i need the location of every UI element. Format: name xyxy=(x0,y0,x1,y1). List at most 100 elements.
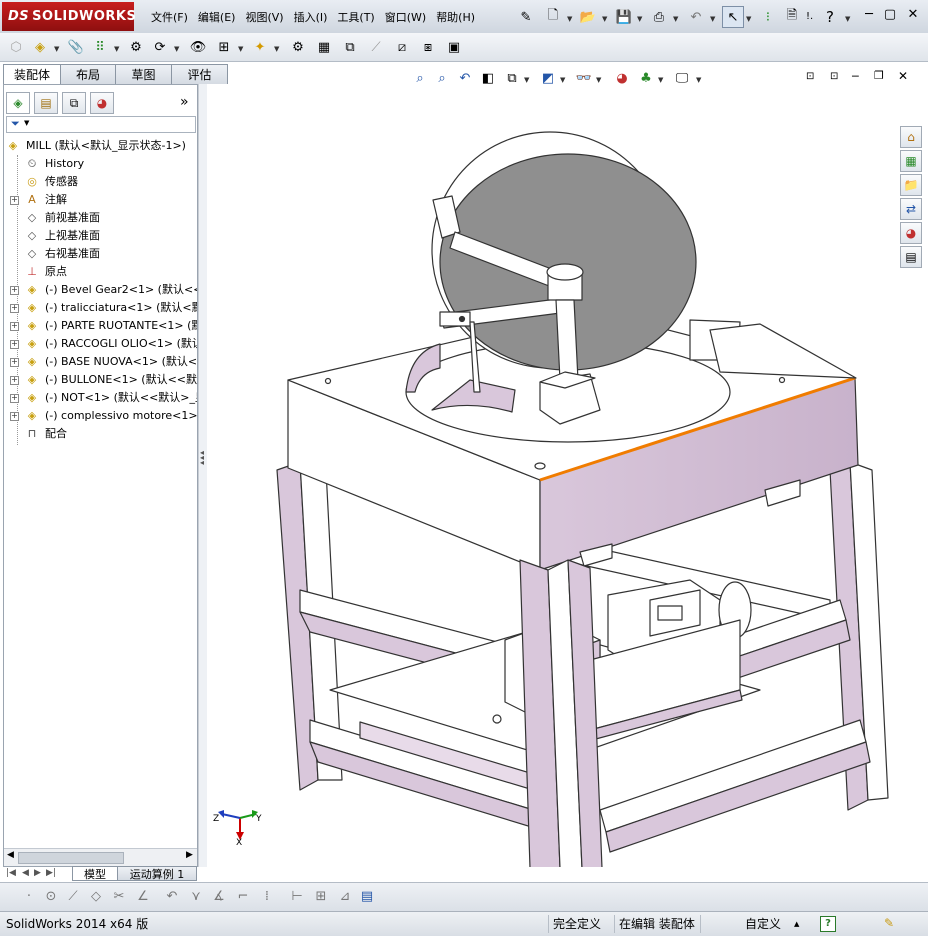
pin-icon[interactable]: ✎ xyxy=(516,7,536,27)
print-icon[interactable]: ⎙ xyxy=(649,7,669,27)
panel-horizontal-scrollbar[interactable]: ◀ ▶ xyxy=(4,848,197,866)
linear-pattern-icon[interactable]: ⠿ xyxy=(90,37,110,57)
mate-paperclip-icon[interactable]: 📎 xyxy=(66,37,86,57)
expand-plus-icon[interactable]: + xyxy=(10,412,19,421)
configuration-manager-tab-icon[interactable]: ⧉ xyxy=(62,92,86,114)
tab-nav-last-icon[interactable]: ▶| xyxy=(46,868,56,878)
tree-item[interactable]: ◎ 传感器 xyxy=(4,173,197,191)
exploded-view-icon[interactable]: ⧉ xyxy=(340,37,360,57)
viewport-restore-icon[interactable]: ❐ xyxy=(874,69,884,82)
angle-icon[interactable]: ∠ xyxy=(134,888,152,906)
construction-geometry-icon[interactable]: ⁞ xyxy=(258,888,276,906)
expand-plus-icon[interactable]: + xyxy=(10,376,19,385)
quick-tips-icon[interactable]: ✎ xyxy=(884,916,894,930)
tab-assembly[interactable]: 装配体 xyxy=(3,64,61,85)
new-part-icon[interactable]: ◈ xyxy=(30,37,50,57)
section-view-icon[interactable]: ◧ xyxy=(478,68,498,88)
angle-dimension-icon[interactable]: ∡ xyxy=(210,888,228,906)
zoom-to-fit-icon[interactable]: ⌕ xyxy=(410,68,430,88)
reference-geometry-icon[interactable]: ✦ xyxy=(250,37,270,57)
tree-item[interactable]: + ◈ (-) NOT<1> (默认<<默认>_显 xyxy=(4,389,197,407)
graphics-area[interactable]: Z Y X xyxy=(207,84,928,867)
viewport-close-icon[interactable]: ✕ xyxy=(898,69,908,83)
line-icon[interactable]: ⟋ xyxy=(64,888,82,906)
update-speedpak-icon[interactable]: ⧆ xyxy=(418,37,438,57)
rebuild-traffic-light-icon[interactable]: ⁝ xyxy=(758,7,778,27)
tree-item[interactable]: + ◈ (-) complessivo motore<1> (默认 xyxy=(4,407,197,425)
tree-item[interactable]: ⊓ 配合 xyxy=(4,425,197,443)
smart-fasteners-icon[interactable]: ⚙ xyxy=(126,37,146,57)
point-icon[interactable]: · xyxy=(20,888,38,906)
tree-item[interactable]: + ◈ (-) BULLONE<1> (默认<<默认 xyxy=(4,371,197,389)
help-question-icon[interactable]: ? xyxy=(820,7,840,27)
hide-show-dropdown-icon[interactable]: ▼ xyxy=(596,76,601,84)
polygon-icon[interactable]: ◇ xyxy=(87,888,105,906)
units-dropdown-icon[interactable]: ▲ xyxy=(794,920,799,928)
solidworks-logo[interactable]: DS SOLIDWORKS xyxy=(2,2,136,31)
scroll-thumb[interactable] xyxy=(18,852,124,864)
assembly-3d-model[interactable]: Z Y X xyxy=(207,84,928,867)
tree-item[interactable]: + ◈ (-) tralicciatura<1> (默认<默认 xyxy=(4,299,197,317)
tree-item[interactable]: + A 注解 xyxy=(4,191,197,209)
view-orientation-icon[interactable]: ⧉ xyxy=(502,68,522,88)
menu-window[interactable]: 窗口(W) xyxy=(380,8,431,28)
expand-plus-icon[interactable]: + xyxy=(10,304,19,313)
menu-view[interactable]: 视图(V) xyxy=(240,8,288,28)
view-settings-icon[interactable]: 🖵 xyxy=(672,68,692,88)
select-dropdown-icon[interactable]: ▼ xyxy=(746,15,751,23)
expand-plus-icon[interactable]: + xyxy=(10,358,19,367)
previous-view-icon[interactable]: ↶ xyxy=(455,68,475,88)
apply-scene-icon[interactable]: ♣ xyxy=(636,68,656,88)
view-orientation-dropdown-icon[interactable]: ▼ xyxy=(524,76,529,84)
viewport-split-left-icon[interactable]: ⊡ xyxy=(806,71,814,82)
tree-root[interactable]: ◈ MILL (默认<默认_显示状态-1>) xyxy=(4,137,197,155)
expand-panel-chevron-icon[interactable]: » xyxy=(180,94,189,110)
open-dropdown-icon[interactable]: ▼ xyxy=(602,15,607,23)
reference-dropdown-icon[interactable]: ▼ xyxy=(274,45,279,53)
apply-scene-dropdown-icon[interactable]: ▼ xyxy=(658,76,663,84)
open-folder-icon[interactable]: 📂 xyxy=(578,7,598,27)
tree-filter-box[interactable]: ⏷ ▼ xyxy=(6,116,196,133)
file-explorer-icon[interactable]: 📁 xyxy=(900,174,922,196)
select-arrow-icon[interactable]: ↖ xyxy=(722,6,744,28)
filter-dropdown-icon[interactable]: ▼ xyxy=(24,119,29,127)
view-palette-icon[interactable]: ⇄ xyxy=(900,198,922,220)
help-dropdown-icon[interactable]: ▼ xyxy=(845,15,850,23)
display-style-dropdown-icon[interactable]: ▼ xyxy=(560,76,565,84)
hide-show-items-icon[interactable]: 👓 xyxy=(574,68,594,88)
menu-file[interactable]: 文件(F) xyxy=(146,8,193,28)
show-hidden-icon[interactable]: 👁 xyxy=(188,37,208,57)
tab-nav-first-icon[interactable]: |◀ xyxy=(6,868,16,878)
tree-item[interactable]: ⏲ History xyxy=(4,155,197,173)
display-manager-tab-icon[interactable]: ◕ xyxy=(90,92,114,114)
new-document-icon[interactable]: 🗋 xyxy=(543,7,563,27)
bill-of-materials-icon[interactable]: ▦ xyxy=(314,37,334,57)
tab-nav-next-icon[interactable]: ▶ xyxy=(34,868,41,878)
new-dropdown-icon[interactable]: ▼ xyxy=(567,15,572,23)
options-label[interactable]: !. xyxy=(806,11,813,22)
menu-tools[interactable]: 工具(T) xyxy=(332,8,379,28)
corner-icon[interactable]: ⌐ xyxy=(234,888,252,906)
collapse-panel-icon[interactable]: ◂ ◂ ◂ xyxy=(200,449,204,467)
edit-appearance-icon[interactable]: ◕ xyxy=(612,68,632,88)
appearances-scenes-icon[interactable]: ◕ xyxy=(900,222,922,244)
undo-icon[interactable]: ↶ xyxy=(686,7,706,27)
circle-icon[interactable]: ⊙ xyxy=(42,888,60,906)
save-icon[interactable]: 💾 xyxy=(614,7,634,27)
undo-dropdown-icon[interactable]: ▼ xyxy=(710,15,715,23)
features-dropdown-icon[interactable]: ▼ xyxy=(238,45,243,53)
property-manager-tab-icon[interactable]: ▤ xyxy=(34,92,58,114)
scroll-left-icon[interactable]: ◀ xyxy=(7,850,14,860)
scroll-right-icon[interactable]: ▶ xyxy=(186,850,193,860)
print-dropdown-icon[interactable]: ▼ xyxy=(673,15,678,23)
feature-manager-tab-icon[interactable]: ◈ xyxy=(6,92,30,114)
help-status-icon[interactable]: ? xyxy=(820,916,836,932)
viewport-split-right-icon[interactable]: ⊡ xyxy=(830,71,838,82)
expand-plus-icon[interactable]: + xyxy=(10,286,19,295)
trim-icon[interactable]: ✂ xyxy=(110,888,128,906)
move-dropdown-icon[interactable]: ▼ xyxy=(174,45,179,53)
tree-item[interactable]: + ◈ (-) PARTE RUOTANTE<1> (默认 xyxy=(4,317,197,335)
assembly-features-icon[interactable]: ⊞ xyxy=(214,37,234,57)
tab-model[interactable]: 模型 xyxy=(72,866,118,881)
new-motion-study-icon[interactable]: ⚙ xyxy=(288,37,308,57)
